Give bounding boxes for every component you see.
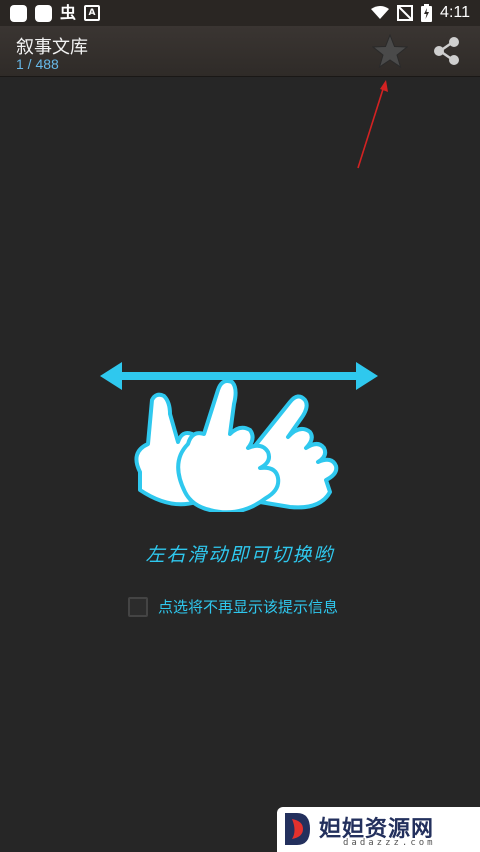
dont-show-again-row[interactable]: 点选将不再显示该提示信息 bbox=[128, 596, 338, 617]
swipe-hint-text: 左右滑动即可切换哟 bbox=[145, 544, 335, 566]
wifi-icon bbox=[371, 6, 390, 19]
status-bar: 虫 A 4:11 bbox=[0, 0, 480, 26]
dont-show-again-checkbox[interactable] bbox=[128, 596, 148, 617]
bug-icon: 虫 bbox=[60, 3, 77, 22]
annotation-arrow bbox=[357, 80, 388, 169]
swipe-gesture-illustration bbox=[100, 362, 378, 512]
share-button[interactable] bbox=[432, 36, 462, 66]
share-icon bbox=[434, 37, 459, 65]
battery-icon bbox=[421, 4, 433, 22]
hands-icon bbox=[134, 379, 339, 512]
mute-icon bbox=[397, 5, 414, 21]
app-notification-icon bbox=[35, 4, 52, 22]
watermark-logo-icon bbox=[285, 813, 310, 845]
page-counter: 1 / 488 bbox=[16, 56, 59, 72]
app-notification-icon bbox=[10, 4, 27, 22]
favorite-star-button[interactable] bbox=[372, 34, 408, 68]
double-arrow-icon bbox=[100, 362, 378, 390]
star-icon bbox=[372, 34, 408, 68]
clock-time: 4:11 bbox=[440, 4, 470, 21]
a-badge-icon: A bbox=[84, 5, 101, 21]
watermark-site: dadazzz.com bbox=[343, 838, 436, 848]
dont-show-again-label[interactable]: 点选将不再显示该提示信息 bbox=[158, 596, 338, 617]
watermark: 妲妲资源网 dadazzz.com bbox=[277, 807, 480, 852]
app-bar: 叙事文库 1 / 488 bbox=[0, 26, 480, 77]
